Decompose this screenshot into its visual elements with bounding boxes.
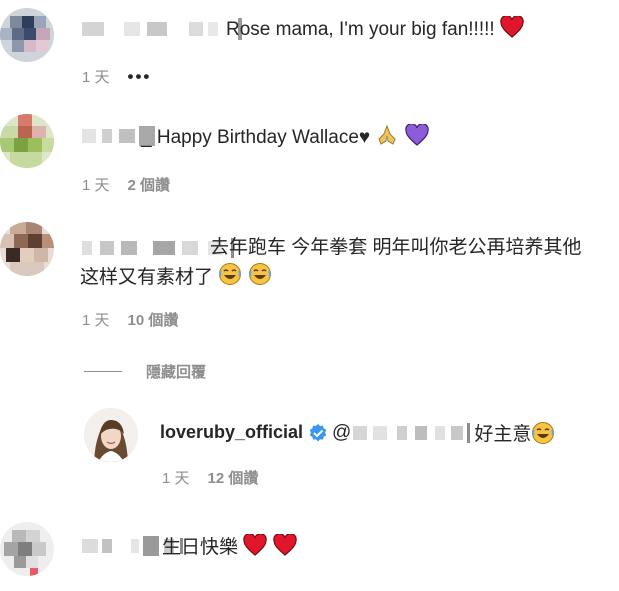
hide-replies-label: 隱藏回覆	[146, 364, 207, 381]
comment-time[interactable]: 1 天	[82, 309, 110, 330]
avatar[interactable]	[0, 114, 54, 168]
mention-prefix: @	[332, 421, 352, 443]
reply-time[interactable]: 1 天	[162, 467, 190, 488]
more-options-icon[interactable]: •••	[128, 67, 152, 87]
comment-time[interactable]: 1 天	[82, 174, 110, 195]
comment-time[interactable]: 1 天	[82, 66, 110, 87]
username-redacted[interactable]	[82, 18, 243, 40]
comment-text: Rose mama, I'm your big fan!!!!!	[226, 19, 495, 40]
red-heart-icon	[272, 534, 297, 556]
purple-heart-icon	[405, 124, 429, 146]
verified-badge-icon	[309, 423, 327, 441]
reply-username[interactable]: loveruby_official	[160, 422, 303, 443]
like-count[interactable]: 2 個讚	[128, 174, 171, 195]
laughing-tears-icon	[219, 263, 242, 285]
folded-hands-icon	[378, 124, 397, 145]
like-count[interactable]: 12 個讚	[208, 467, 259, 488]
mention-redacted[interactable]	[353, 425, 368, 440]
red-heart-icon	[243, 534, 267, 556]
avatar[interactable]	[0, 522, 54, 576]
divider	[84, 371, 122, 372]
avatar[interactable]	[0, 222, 54, 276]
comment-text: 生日快樂	[162, 537, 239, 558]
laughing-tears-icon	[248, 263, 271, 285]
comment-text: _ Happy Birthday Wallace♥	[141, 127, 371, 148]
comment-text-line-1: 去年跑车 今年拳套 明年叫你老公再培养其他	[210, 237, 582, 258]
avatar[interactable]	[84, 408, 138, 462]
profile-photo	[84, 408, 138, 462]
hide-replies-button[interactable]: 隱藏回覆	[84, 361, 206, 382]
like-count[interactable]: 10 個讚	[128, 309, 179, 330]
reply-text: 好主意	[474, 424, 532, 445]
laughing-tears-icon	[532, 421, 555, 444]
avatar[interactable]	[0, 8, 54, 62]
comment-text-line-2: 这样又有素材了	[80, 267, 214, 288]
red-heart-icon	[500, 16, 524, 38]
